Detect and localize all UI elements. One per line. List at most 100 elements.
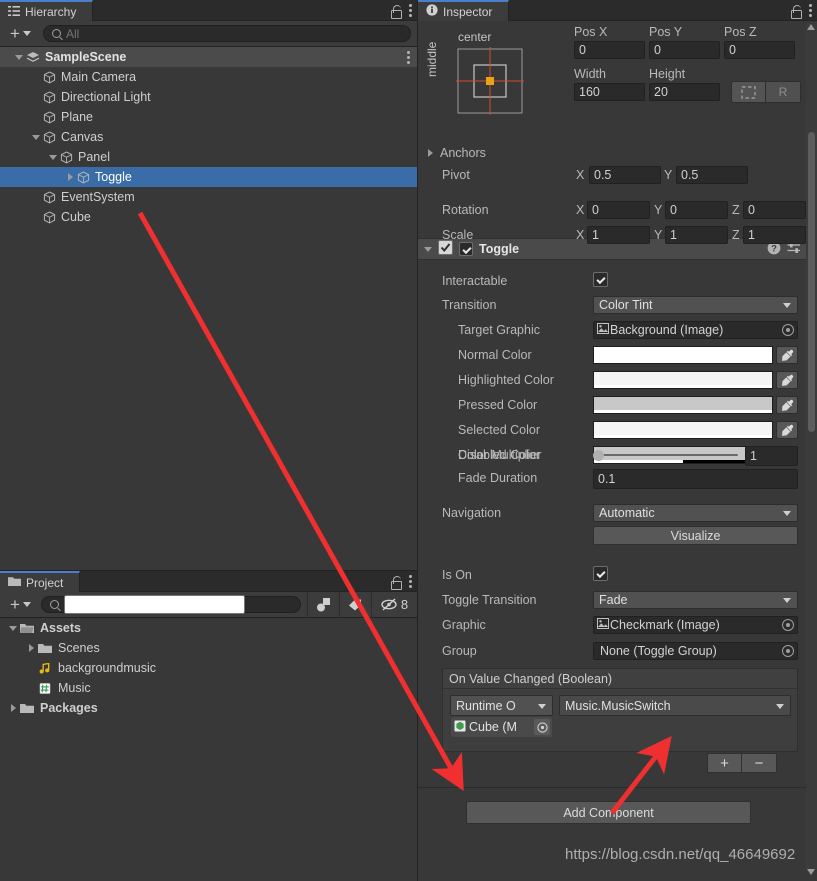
project-item-music[interactable]: Music <box>0 678 417 698</box>
expander-down[interactable] <box>6 625 20 631</box>
add-component-button[interactable]: Add Component <box>466 801 751 824</box>
kebab-menu-icon[interactable] <box>409 4 413 18</box>
project-search-input[interactable] <box>63 595 245 614</box>
expander-down[interactable] <box>29 134 43 140</box>
expander-down[interactable] <box>46 154 60 160</box>
rotation-y-field[interactable]: 0 <box>665 201 728 219</box>
event-remove-button[interactable]: − <box>742 753 777 773</box>
event-function-dropdown[interactable]: Music.MusicSwitch <box>559 695 791 716</box>
hierarchy-item-directional-light[interactable]: Directional Light <box>0 87 417 107</box>
hidden-packages-toggle[interactable]: 8 <box>371 591 417 618</box>
event-object-field[interactable]: Cube (M <box>451 717 552 737</box>
hierarchy-item-plane[interactable]: Plane <box>0 107 417 127</box>
project-search-field[interactable] <box>40 595 301 614</box>
inspector-scrollbar-thumb[interactable] <box>808 132 815 432</box>
hierarchy-search-input[interactable] <box>65 26 402 41</box>
pressed-color-swatch[interactable] <box>593 396 773 414</box>
lock-icon[interactable] <box>390 4 402 19</box>
rotation-label: Rotation <box>442 203 489 217</box>
is-on-checkbox[interactable] <box>593 566 608 581</box>
expander-right[interactable] <box>6 704 20 712</box>
fade-duration-field[interactable]: 0.1 <box>593 469 798 489</box>
anchors-row[interactable]: Anchors <box>428 142 486 164</box>
hierarchy-search-field[interactable] <box>42 25 411 42</box>
label-filter-icon[interactable] <box>339 591 371 618</box>
slider-knob[interactable] <box>593 449 604 461</box>
normal-color-swatch[interactable] <box>593 346 773 364</box>
pos-y-field[interactable]: 0 <box>649 41 720 59</box>
object-picker-icon[interactable] <box>534 719 550 735</box>
blueprint-mode-button[interactable] <box>731 81 766 103</box>
event-runtime-mode-dropdown[interactable]: Runtime O <box>450 695 553 716</box>
color-multiplier-field[interactable]: 1 <box>745 446 798 466</box>
create-gameobject-button[interactable]: + <box>6 25 35 42</box>
object-picker-icon[interactable] <box>782 324 794 336</box>
kebab-menu-icon[interactable] <box>407 50 411 64</box>
pos-z-label: Pos Z <box>724 25 757 39</box>
highlighted-color-eyedropper-button[interactable] <box>776 371 798 389</box>
graphic-field[interactable]: Checkmark (Image) <box>593 616 798 634</box>
scale-y-field[interactable]: 1 <box>665 226 728 244</box>
expander-right[interactable] <box>24 644 38 652</box>
hierarchy-item-panel[interactable]: Panel <box>0 147 417 167</box>
project-tree: Assets Scenes backgroundmusic Music Packages <box>0 618 417 718</box>
normal-color-eyedropper-button[interactable] <box>776 346 798 364</box>
expander-down[interactable] <box>12 54 26 60</box>
interactable-checkbox[interactable] <box>593 272 608 287</box>
transition-dropdown[interactable]: Color Tint <box>593 296 798 314</box>
navigation-dropdown[interactable]: Automatic <box>593 504 798 522</box>
anchor-preset-widget[interactable]: center middle <box>425 29 530 133</box>
lock-icon[interactable] <box>790 4 802 19</box>
pivot-x-field[interactable]: 0.5 <box>589 166 661 184</box>
project-item-assets[interactable]: Assets <box>0 618 417 638</box>
tab-project[interactable]: Project <box>0 571 81 592</box>
inspector-scroll-down-arrow[interactable] <box>807 869 815 875</box>
toggle-component-enabled-checkbox[interactable] <box>459 242 473 256</box>
eyedropper-icon <box>781 374 793 386</box>
project-item-backgroundmusic[interactable]: backgroundmusic <box>0 658 417 678</box>
project-item-packages[interactable]: Packages <box>0 698 417 718</box>
rotation-z-field[interactable]: 0 <box>743 201 806 219</box>
pos-z-field[interactable]: 0 <box>724 41 795 59</box>
scale-x-field[interactable]: 1 <box>587 226 650 244</box>
event-add-button[interactable]: + <box>707 753 742 773</box>
pivot-y-field[interactable]: 0.5 <box>676 166 748 184</box>
expander-right[interactable] <box>63 173 77 181</box>
object-picker-icon[interactable] <box>782 645 794 657</box>
lock-icon[interactable] <box>390 575 402 590</box>
pos-x-field[interactable]: 0 <box>574 41 645 59</box>
pressed-color-eyedropper-button[interactable] <box>776 396 798 414</box>
create-asset-button[interactable]: + <box>6 596 35 613</box>
target-graphic-field[interactable]: Background (Image) <box>593 321 798 339</box>
toggle-transition-dropdown[interactable]: Fade <box>593 591 798 609</box>
hierarchy-item-canvas[interactable]: Canvas <box>0 127 417 147</box>
highlighted-color-swatch[interactable] <box>593 371 773 389</box>
selected-color-eyedropper-button[interactable] <box>776 421 798 439</box>
hierarchy-item-main-camera[interactable]: Main Camera <box>0 67 417 87</box>
folder-open-icon <box>20 623 34 633</box>
tab-hierarchy[interactable]: Hierarchy <box>0 0 94 21</box>
hierarchy-item-cube[interactable]: Cube <box>0 207 417 227</box>
inspector-scroll-up-arrow[interactable] <box>807 24 815 30</box>
tab-inspector[interactable]: Inspector <box>418 0 510 21</box>
hierarchy-item-eventsystem[interactable]: EventSystem <box>0 187 417 207</box>
package-filter-icon[interactable] <box>307 591 339 618</box>
kebab-menu-icon[interactable] <box>409 575 413 589</box>
inspector-scrollbar[interactable] <box>806 22 817 869</box>
height-field[interactable]: 20 <box>649 83 720 101</box>
selected-color-swatch[interactable] <box>593 421 773 439</box>
chevron-down-icon[interactable] <box>424 246 432 252</box>
hierarchy-item-toggle[interactable]: Toggle <box>0 167 417 187</box>
width-label: Width <box>574 67 606 81</box>
hierarchy-item-samplescene[interactable]: SampleScene <box>0 47 417 67</box>
rotation-x-field[interactable]: 0 <box>587 201 650 219</box>
object-picker-icon[interactable] <box>782 619 794 631</box>
color-multiplier-slider[interactable] <box>593 449 738 461</box>
width-field[interactable]: 160 <box>574 83 645 101</box>
visualize-button[interactable]: Visualize <box>593 526 798 545</box>
raw-edit-mode-button[interactable]: R <box>766 81 801 103</box>
scale-z-field[interactable]: 1 <box>743 226 806 244</box>
group-field[interactable]: None (Toggle Group) <box>593 642 798 660</box>
project-item-scenes[interactable]: Scenes <box>0 638 417 658</box>
kebab-menu-icon[interactable] <box>809 4 813 18</box>
